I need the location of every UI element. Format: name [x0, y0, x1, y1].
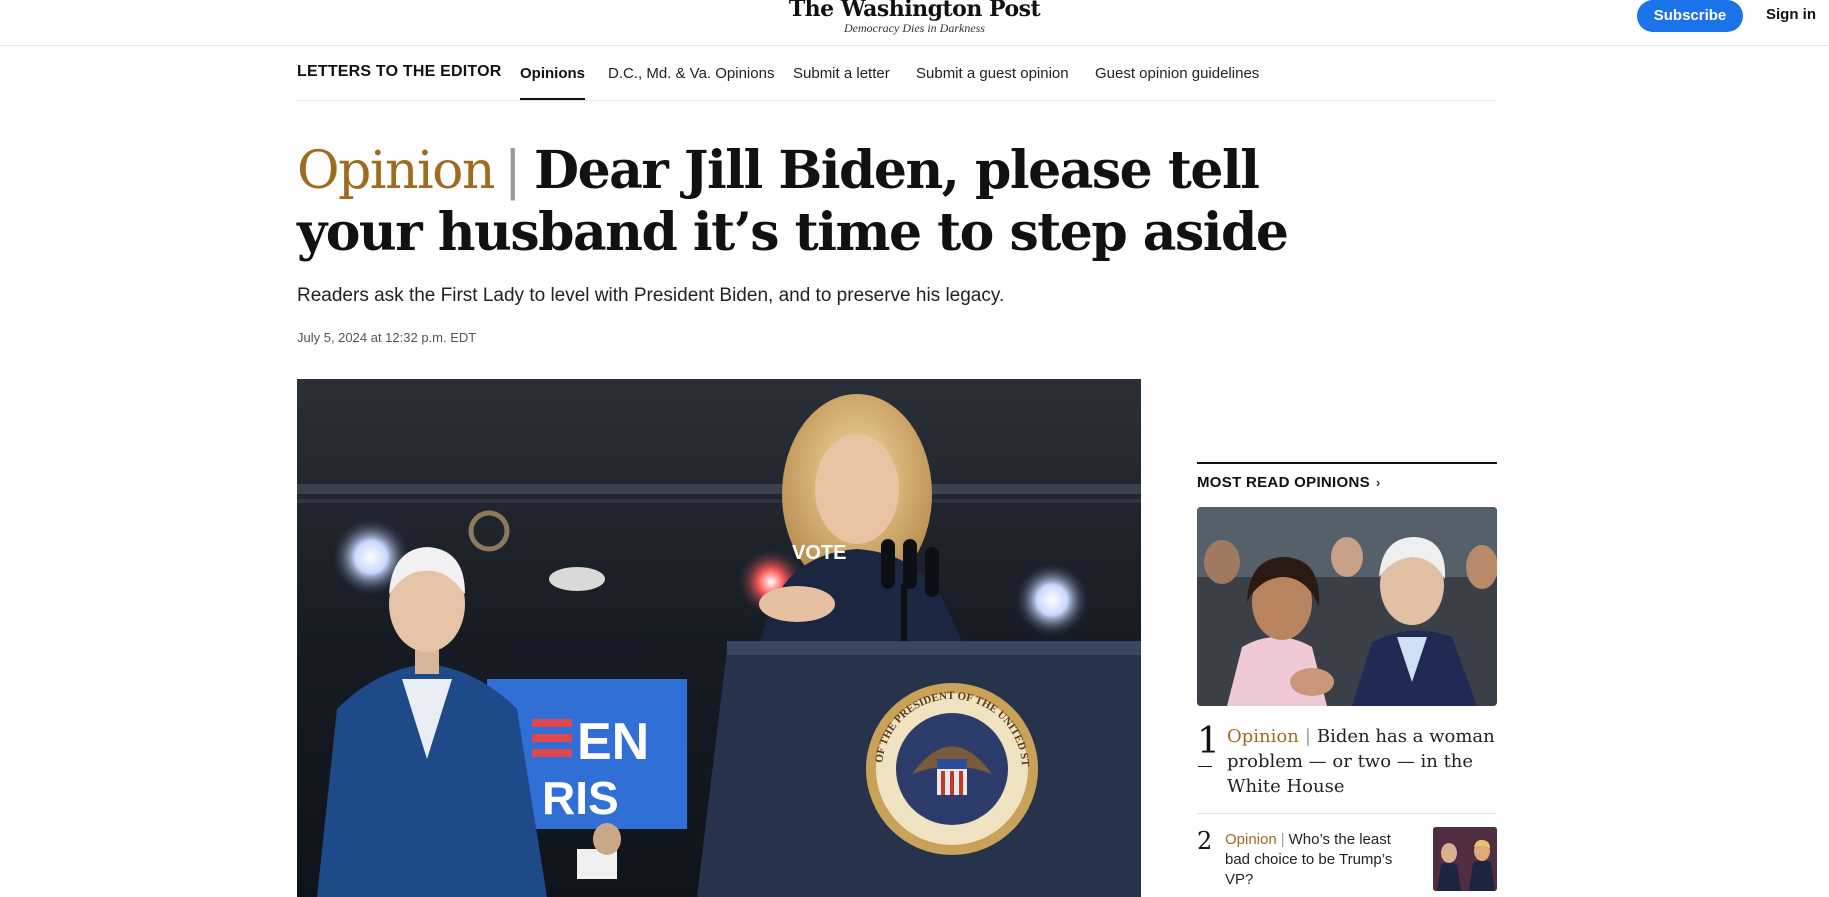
chevron-right-icon[interactable]: ›: [1376, 475, 1381, 490]
active-tab-underline: [520, 98, 585, 100]
most-read-rail: MOST READ OPINIONS › 1 Opinion | Biden has…: [1197, 462, 1497, 891]
thumbnail-illustration: [1433, 827, 1497, 891]
nav-item-dc-md-va-opinions[interactable]: D.C., Md. & Va. Opinions: [608, 65, 774, 82]
kicker-separator: |: [503, 141, 522, 201]
section-label[interactable]: LETTERS TO THE EDITOR: [297, 63, 502, 81]
logo-title[interactable]: The Washington Post: [0, 0, 1829, 22]
lead-photo[interactable]: EN RIS VOTE SEAL OF THE PRESIDE: [297, 379, 1141, 897]
most-read-item-1-image[interactable]: [1197, 507, 1497, 706]
rank-number: 2: [1197, 827, 1213, 855]
rank-number: 1: [1197, 721, 1220, 762]
most-read-title[interactable]: MOST READ OPINIONS ›: [1197, 474, 1381, 491]
subscribe-button[interactable]: Subscribe: [1637, 0, 1743, 32]
lead-photo-illustration: EN RIS VOTE SEAL OF THE PRESIDE: [297, 379, 1141, 897]
nav-item-submit-letter[interactable]: Submit a letter: [793, 65, 890, 82]
banner-text-1: EN: [577, 713, 649, 771]
sign-in-link[interactable]: Sign in: [1766, 6, 1816, 23]
shirt-text: VOTE: [792, 542, 846, 564]
article-dek: Readers ask the First Lady to level with…: [297, 285, 1005, 306]
banner-text-2: RIS: [542, 772, 619, 824]
rail-divider: [1197, 813, 1497, 814]
logo-tagline: Democracy Dies in Darkness: [844, 21, 985, 35]
masthead: The Washington Post Democracy Dies in Da…: [0, 0, 1829, 46]
rail-top-rule: [1197, 462, 1497, 464]
item-kicker: Opinion: [1225, 831, 1277, 848]
rank-underline: [1198, 766, 1212, 767]
most-read-item-2-headline[interactable]: Opinion | Who’s the least bad choice to be…: [1225, 830, 1405, 890]
most-read-item-1-headline[interactable]: Opinion | Biden has a woman problem — or t…: [1227, 724, 1497, 799]
most-read-image-illustration: [1197, 507, 1497, 706]
most-read-label[interactable]: MOST READ OPINIONS: [1197, 474, 1370, 491]
item-kicker: Opinion: [1227, 726, 1299, 747]
site-logo[interactable]: The Washington Post Democracy Dies in Da…: [0, 0, 1829, 34]
opinion-kicker[interactable]: Opinion: [297, 141, 495, 201]
item-separator: |: [1304, 726, 1311, 747]
item-separator: |: [1280, 831, 1285, 848]
section-nav: LETTERS TO THE EDITOR Opinions D.C., Md.…: [297, 46, 1497, 101]
most-read-item-2-thumbnail[interactable]: [1433, 827, 1497, 891]
nav-item-opinions[interactable]: Opinions: [520, 65, 585, 82]
article-headline: Opinion | Dear Jill Biden, please tell you…: [297, 140, 1297, 264]
nav-item-submit-guest-opinion[interactable]: Submit a guest opinion: [916, 65, 1069, 82]
nav-item-guest-opinion-guidelines[interactable]: Guest opinion guidelines: [1095, 65, 1259, 82]
article-timestamp: July 5, 2024 at 12:32 p.m. EDT: [297, 330, 477, 345]
